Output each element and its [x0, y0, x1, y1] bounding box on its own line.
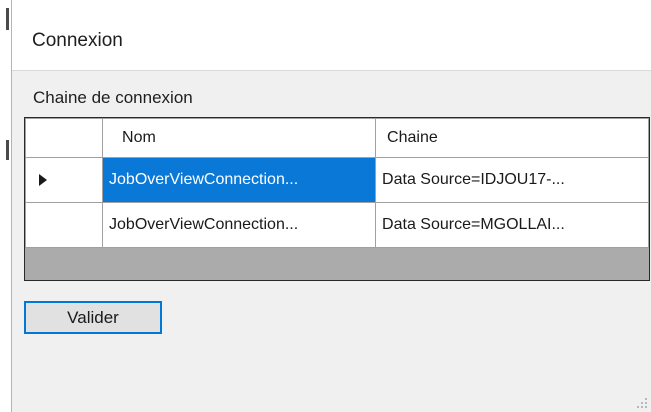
- row-pointer-arrow-icon: [39, 174, 47, 186]
- title-bar[interactable]: Connexion: [12, 0, 651, 71]
- edge-marker: [6, 140, 9, 160]
- cell-chaine-text: Data Source=MGOLLAI...: [382, 216, 565, 233]
- cell-chaine-text: Data Source=IDJOU17-...: [382, 171, 565, 188]
- cell-chaine[interactable]: Data Source=MGOLLAI...: [375, 202, 649, 248]
- validate-button[interactable]: Valider: [24, 301, 162, 334]
- connection-grid[interactable]: Nom Chaine JobOverViewConnection... Data…: [24, 117, 650, 281]
- column-header-nom-label: Nom: [122, 129, 156, 146]
- connection-string-label: Chaine de connexion: [33, 88, 193, 107]
- connexion-dialog: Connexion Chaine de connexion Nom Chaine…: [0, 0, 651, 412]
- grid-corner-header[interactable]: [25, 118, 104, 158]
- cell-nom[interactable]: JobOverViewConnection...: [102, 157, 377, 203]
- table-row[interactable]: JobOverViewConnection... Data Source=MGO…: [25, 202, 649, 248]
- cell-nom[interactable]: JobOverViewConnection...: [102, 202, 377, 248]
- background-window-edge: [0, 0, 12, 412]
- column-header-chaine-label: Chaine: [387, 129, 438, 146]
- row-header[interactable]: [25, 202, 104, 248]
- resize-grip-icon[interactable]: [635, 396, 647, 408]
- table-row[interactable]: JobOverViewConnection... Data Source=IDJ…: [25, 157, 649, 203]
- row-header[interactable]: [25, 157, 104, 203]
- cell-nom-text: JobOverViewConnection...: [109, 216, 299, 233]
- column-header-chaine[interactable]: Chaine: [375, 118, 649, 158]
- column-header-nom[interactable]: Nom: [102, 118, 377, 158]
- cell-nom-text: JobOverViewConnection...: [109, 171, 299, 188]
- header-row: Nom Chaine: [25, 118, 649, 158]
- window-title: Connexion: [32, 30, 123, 51]
- edge-marker: [6, 8, 9, 30]
- connection-table: Nom Chaine JobOverViewConnection... Data…: [25, 118, 649, 248]
- cell-chaine[interactable]: Data Source=IDJOU17-...: [375, 157, 649, 203]
